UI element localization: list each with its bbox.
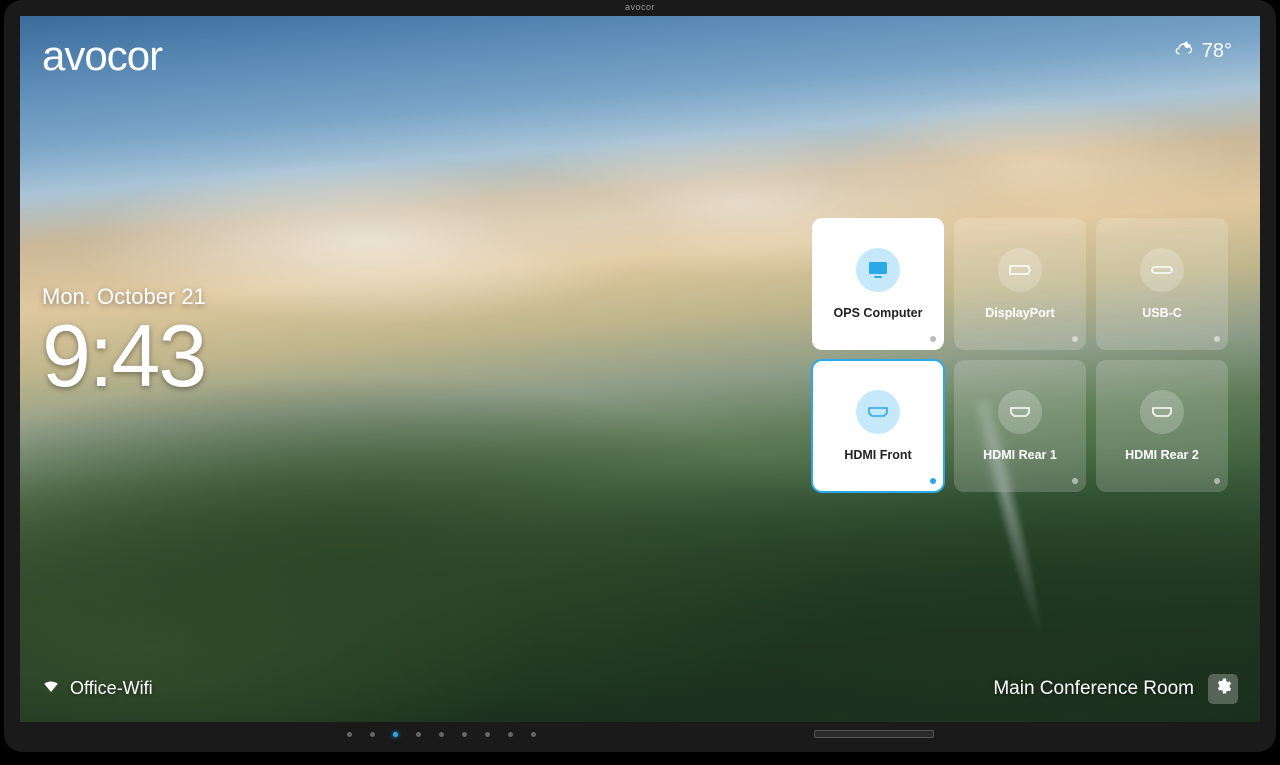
source-label: DisplayPort — [985, 306, 1054, 320]
settings-button[interactable] — [1208, 674, 1238, 704]
source-tile-hdmi-rear2[interactable]: HDMI Rear 2 — [1096, 360, 1228, 492]
monitor-icon — [856, 248, 900, 292]
hardware-button-strip — [20, 724, 1260, 744]
time-label: 9:43 — [42, 312, 206, 400]
status-dot — [1072, 478, 1078, 484]
gear-icon — [1214, 677, 1232, 701]
source-label: USB-C — [1142, 306, 1182, 320]
displayport-icon — [998, 248, 1042, 292]
pen-tray — [814, 730, 934, 738]
status-dot — [1072, 336, 1078, 342]
source-tile-dp[interactable]: DisplayPort — [954, 218, 1086, 350]
source-grid: OPS Computer DisplayPort USB-C HDMI Front HD… — [812, 218, 1228, 492]
status-dot — [930, 478, 936, 484]
clock-widget: Mon. October 21 9:43 — [42, 284, 206, 400]
source-label: HDMI Front — [844, 448, 911, 462]
bezel-brand: avocor — [625, 2, 655, 12]
source-tile-hdmi-front[interactable]: HDMI Front — [812, 360, 944, 492]
hdmi-icon — [998, 390, 1042, 434]
room-name: Main Conference Room — [993, 678, 1194, 700]
source-tile-usbc[interactable]: USB-C — [1096, 218, 1228, 350]
status-dot — [1214, 336, 1220, 342]
display-frame: avocor avocor 78° Mon. October 21 9:43 O… — [4, 0, 1276, 752]
temperature-value: 78° — [1202, 40, 1232, 63]
home-screen: avocor 78° Mon. October 21 9:43 OPS Comp… — [20, 16, 1260, 722]
usbc-icon — [1140, 248, 1184, 292]
wifi-status[interactable]: Office-Wifi — [42, 677, 153, 700]
cloud-night-icon — [1174, 38, 1194, 64]
source-tile-ops[interactable]: OPS Computer — [812, 218, 944, 350]
source-label: HDMI Rear 1 — [983, 448, 1057, 462]
weather-widget[interactable]: 78° — [1174, 38, 1232, 64]
status-dot — [930, 336, 936, 342]
hdmi-icon — [856, 390, 900, 434]
hdmi-icon — [1140, 390, 1184, 434]
brand-logo: avocor — [42, 32, 162, 80]
wifi-ssid: Office-Wifi — [70, 678, 153, 699]
source-tile-hdmi-rear1[interactable]: HDMI Rear 1 — [954, 360, 1086, 492]
source-label: OPS Computer — [834, 306, 923, 320]
wifi-icon — [42, 677, 60, 700]
source-label: HDMI Rear 2 — [1125, 448, 1199, 462]
status-dot — [1214, 478, 1220, 484]
